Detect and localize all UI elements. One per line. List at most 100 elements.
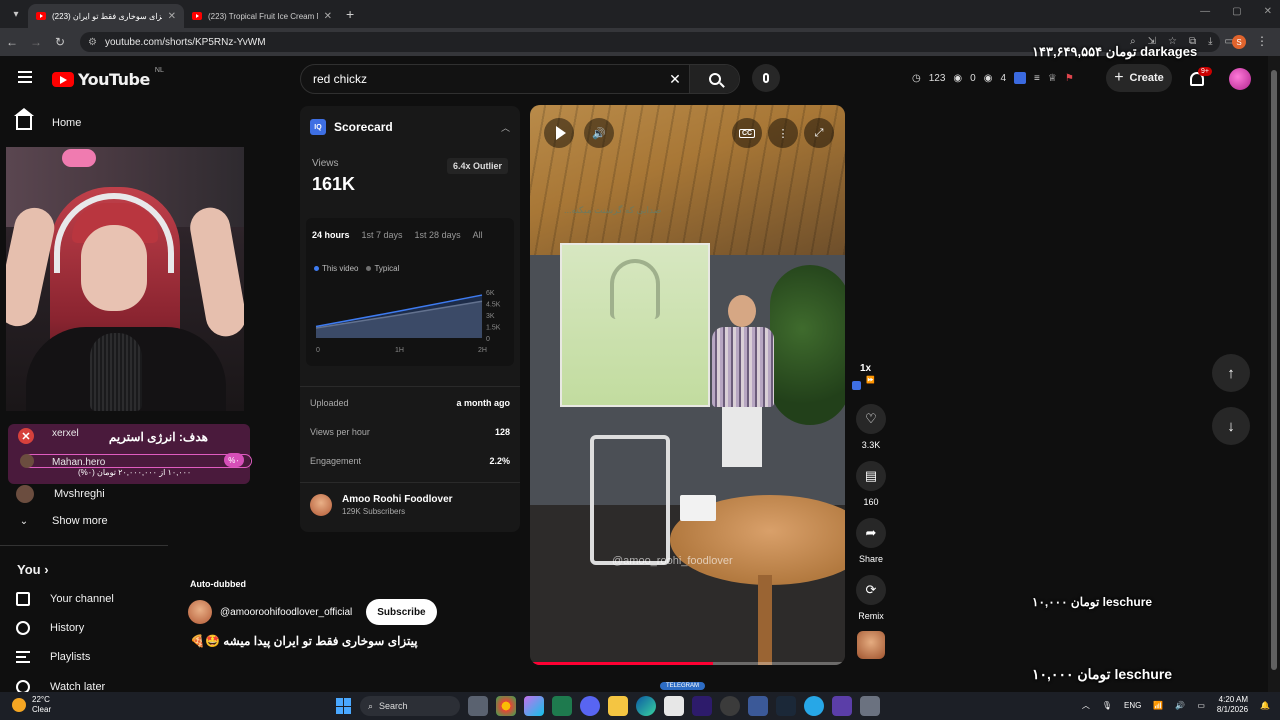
scrollbar-thumb[interactable] — [1271, 70, 1277, 670]
clear-search-icon[interactable]: ✕ — [661, 71, 689, 88]
tab-24-hours[interactable]: 24 hours — [312, 230, 350, 240]
scorecard-header[interactable]: IQ Scorecard — [310, 119, 393, 135]
tab-search-menu-icon[interactable]: ▾ — [4, 4, 28, 24]
more-options-button[interactable]: ⋮ — [768, 118, 798, 148]
remix-icon[interactable]: ⟳ — [856, 575, 886, 605]
microphone-icon — [90, 333, 142, 411]
downloads-icon[interactable]: ⤓ — [1208, 36, 1212, 47]
app-icon[interactable] — [552, 696, 572, 716]
menu-icon[interactable] — [18, 71, 32, 83]
comment-icon[interactable]: ▤ — [856, 461, 886, 491]
telegram-icon[interactable] — [804, 696, 824, 716]
chevron-up-icon[interactable]: ︿ — [1082, 700, 1090, 711]
volume-icon[interactable]: 🔊 — [1175, 701, 1185, 710]
taskbar-apps: ⌕ Search — [336, 696, 880, 716]
alert-icon[interactable]: ⚑ — [1065, 73, 1074, 84]
channel-avatar[interactable] — [188, 600, 212, 624]
captions-button[interactable]: CC — [732, 118, 762, 148]
obs-icon[interactable] — [720, 696, 740, 716]
search-button[interactable] — [689, 65, 739, 93]
remix-action[interactable]: ⟳ Remix — [856, 575, 886, 621]
close-window-icon[interactable]: ✕ — [1264, 6, 1272, 17]
new-tab-icon[interactable]: + — [346, 6, 354, 22]
steam-icon[interactable] — [776, 696, 796, 716]
copilot-icon[interactable] — [524, 696, 544, 716]
share-label: Share — [858, 554, 884, 564]
comment-action[interactable]: ▤ 160 — [856, 461, 886, 507]
video-progress-bar[interactable] — [530, 662, 845, 665]
tab-first-7-days[interactable]: 1st 7 days — [362, 230, 403, 240]
share-action[interactable]: ➦ Share — [856, 518, 886, 564]
taskbar-clock[interactable]: 4:20 AM 8/1/2026 — [1217, 695, 1248, 715]
vpn-icon[interactable] — [832, 696, 852, 716]
playback-speed[interactable]: 1x — [860, 363, 871, 374]
language-indicator[interactable]: ENG — [1124, 701, 1141, 710]
voice-search-button[interactable] — [752, 64, 780, 92]
forward-icon[interactable]: → — [24, 35, 48, 49]
divider — [300, 482, 520, 483]
audio-source-thumbnail[interactable] — [857, 631, 885, 659]
create-button[interactable]: + Create — [1106, 64, 1172, 92]
like-action[interactable]: ♡ 3.3K — [856, 404, 886, 450]
tab-all[interactable]: All — [473, 230, 483, 240]
sidebar-show-more[interactable]: ⌄ Show more — [16, 515, 108, 527]
windows-start-icon[interactable] — [336, 698, 352, 714]
reload-icon[interactable]: ↻ — [48, 35, 72, 49]
microphone-icon[interactable]: 🎙 — [1102, 701, 1112, 710]
sidebar-you-heading[interactable]: You › — [17, 562, 49, 577]
close-icon[interactable]: ✕ — [324, 11, 332, 22]
volume-button[interactable]: 🔊 — [584, 118, 614, 148]
site-info-icon[interactable]: ⚙ — [88, 37, 97, 48]
taskbar-search[interactable]: ⌕ Search — [360, 696, 460, 716]
chrome-icon[interactable] — [496, 696, 516, 716]
page-scrollbar[interactable] — [1268, 56, 1280, 692]
weather-widget[interactable]: 22°C Clear — [12, 695, 51, 715]
vidiq-icon[interactable] — [1014, 72, 1027, 84]
chevron-up-icon[interactable]: ︿ — [501, 121, 510, 134]
legend-label: This video — [322, 264, 359, 273]
discord-icon[interactable] — [580, 696, 600, 716]
sidebar-item-channel[interactable]: Mvshreghi — [16, 485, 105, 503]
back-icon[interactable]: ← — [0, 35, 24, 49]
sidebar-item-your-channel[interactable]: Your channel — [16, 592, 114, 606]
edge-icon[interactable] — [636, 696, 656, 716]
short-video-player[interactable]: صدایی که گرسنت میکنه... @amoo_roohi_food… — [530, 105, 845, 665]
wifi-icon[interactable]: 📶 — [1153, 701, 1163, 710]
settings-icon[interactable] — [860, 696, 880, 716]
account-avatar[interactable] — [1229, 68, 1251, 90]
next-short-button[interactable]: ↓ — [1212, 407, 1250, 445]
notification-icon[interactable]: 🔔 — [1260, 701, 1270, 710]
file-explorer-icon[interactable] — [608, 696, 628, 716]
premiere-icon[interactable] — [692, 696, 712, 716]
previous-short-button[interactable]: ↑ — [1212, 354, 1250, 392]
youtube-logo[interactable]: YouTube NL — [52, 67, 164, 89]
youtube-header: YouTube NL red chickz ✕ ◷ 123 ◉ 0 ◉ 4 ≡ ♕ ⚑… — [0, 56, 1268, 102]
fullscreen-button[interactable]: ⤢ — [804, 118, 834, 148]
subscribe-button[interactable]: Subscribe — [366, 599, 437, 625]
sidebar-item-playlists[interactable]: Playlists — [16, 651, 90, 663]
minimize-icon[interactable]: — — [1200, 6, 1210, 17]
profile-avatar[interactable]: S — [1232, 35, 1246, 49]
search-input[interactable]: red chickz — [301, 72, 661, 86]
scorecard-channel[interactable]: Amoo Roohi Foodlover 129K Subscribers — [310, 494, 453, 516]
trophy-icon[interactable]: ♕ — [1048, 73, 1057, 84]
sidebar-item-history[interactable]: History — [16, 621, 84, 635]
browser-tab-active[interactable]: پیتزای سوخاری فقط تو ایران (223) ✕ — [28, 4, 184, 28]
browser-menu-icon[interactable]: ⋮ — [1256, 34, 1268, 48]
channel-handle[interactable]: @amooroohifoodlover_official — [220, 607, 352, 618]
task-view-icon[interactable] — [468, 696, 488, 716]
heart-icon[interactable]: ♡ — [856, 404, 886, 434]
battery-icon[interactable]: ▭ — [1197, 701, 1205, 710]
play-button[interactable] — [544, 118, 574, 148]
stat-clock: 123 — [928, 72, 946, 84]
browser-tab[interactable]: (223) Tropical Fruit Ice Cream M ✕ — [184, 4, 340, 28]
close-icon[interactable]: ✕ — [168, 11, 176, 22]
share-icon[interactable]: ➦ — [856, 518, 886, 548]
list-icon[interactable]: ≡ — [1034, 73, 1040, 84]
maximize-icon[interactable]: ▢ — [1232, 6, 1241, 17]
tab-first-28-days[interactable]: 1st 28 days — [415, 230, 461, 240]
chart-app-icon[interactable] — [748, 696, 768, 716]
sidebar-item-home[interactable]: Home — [14, 108, 81, 130]
store-icon[interactable] — [664, 696, 684, 716]
vidiq-mini-icon[interactable] — [852, 381, 861, 390]
